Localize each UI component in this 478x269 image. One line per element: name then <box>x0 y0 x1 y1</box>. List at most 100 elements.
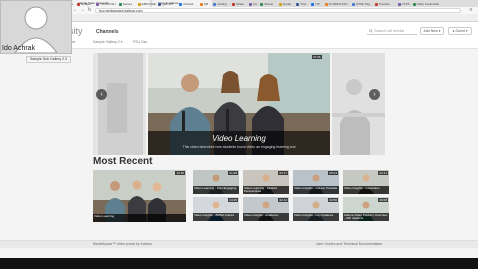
bookmark-icon <box>352 2 356 6</box>
bookmark-label: Sfr <box>204 2 208 6</box>
bookmark-item[interactable]: Thur <box>296 2 310 6</box>
duration-badge: 03:17 <box>278 171 288 175</box>
recent-video-card[interactable]: 03:17 Video Learning - Student Perspectiv… <box>243 170 289 194</box>
bookmark-icon <box>158 2 162 6</box>
video-caption: Video Insights - BMSA Culture <box>193 213 239 221</box>
bookmark-item[interactable]: Budget <box>77 2 94 6</box>
taskbar <box>0 258 478 269</box>
bookmark-icon <box>213 2 217 6</box>
add-new-label: Add New <box>423 29 438 33</box>
recent-video-card[interactable]: 03:50 Video Insights - Key Features <box>293 197 339 221</box>
recent-video-card[interactable]: 06:08 Kaltura Video Platform Overview - w… <box>343 197 389 221</box>
url-input[interactable]: fsu.mediaspace.kaltura.com <box>95 8 461 13</box>
bookmark-item[interactable]: YOUR FSU <box>96 2 117 6</box>
bookmark-label: Budget <box>81 2 91 6</box>
bookmark-item[interactable]: Status <box>260 2 277 6</box>
carousel-prev-button[interactable]: ‹ <box>96 89 107 100</box>
bookmark-icon <box>296 2 300 6</box>
recent-featured-video[interactable]: 10:36 Video Learning <box>93 170 186 222</box>
carousel-prev-slide[interactable] <box>93 53 146 155</box>
duration-badge: 06:08 <box>378 198 388 202</box>
bookmark-label: UC <box>253 2 258 6</box>
duration-badge: 01:28 <box>228 171 238 175</box>
bookmark-icon <box>232 2 236 6</box>
nav-channels[interactable]: Channels <box>96 29 119 35</box>
bookmark-item[interactable]: UC <box>249 2 259 6</box>
bookmark-label: Outlook <box>183 2 194 6</box>
most-recent-title: Most Recent <box>93 156 153 167</box>
footer-docs-link[interactable]: User Guides and Technical Documentation <box>316 242 382 246</box>
recent-video-card[interactable]: 02:41 Video Insights - Integration <box>343 170 389 194</box>
guest-menu-button[interactable]: ● Guest ▾ <box>448 27 472 35</box>
bookmark-icon <box>324 2 328 6</box>
reload-icon[interactable]: ↻ <box>87 8 92 13</box>
bookmark-label: gab 807 <box>162 2 174 6</box>
bookmark-label: Thur <box>300 2 307 6</box>
recent-video-card[interactable]: 01:28 Video Learning - Inter Engaging <box>193 170 239 194</box>
bookmark-item[interactable]: Transfer <box>374 2 396 6</box>
bookmark-icon <box>96 2 99 6</box>
back-icon[interactable]: ← <box>73 8 78 13</box>
user-icon: ● <box>452 29 455 33</box>
carousel-duration-badge: 10:36 <box>312 55 322 59</box>
bookmark-label: HTML Tag <box>356 2 370 6</box>
recent-video-card[interactable]: 02:12 Video Insights - Academic <box>243 197 289 221</box>
bookmark-icon <box>397 2 401 6</box>
bookmark-label: Email <box>283 2 291 6</box>
bookmarks-bar <box>60 14 478 22</box>
bookmark-icon <box>179 2 183 6</box>
subnav-sample-gallery[interactable]: Sample Gallery 2 ▾ <box>93 40 123 44</box>
bookmark-icon <box>279 2 283 6</box>
bookmark-item[interactable]: HTML Tag <box>352 2 373 6</box>
bookmark-item[interactable]: Coding <box>213 2 230 6</box>
bookmark-item[interactable]: Share <box>232 2 248 6</box>
video-caption: Video Insights - Key Features <box>293 213 339 221</box>
bookmark-item[interactable]: Outlook <box>179 2 198 6</box>
search-input[interactable]: Search all media <box>367 27 417 35</box>
bookmark-icon <box>249 2 253 6</box>
recent-video-card[interactable]: 04:05 Video Insights - BMSA Culture <box>193 197 239 221</box>
bookmark-label: Status <box>264 2 273 6</box>
footer-credit-link[interactable]: MediaSpace™ video portal by Kaltura <box>93 242 152 246</box>
duration-badge: 02:12 <box>278 198 288 202</box>
bookmark-item[interactable]: ITF <box>311 2 323 6</box>
bookmark-label: YOUR FSU <box>100 2 116 6</box>
video-caption: Video Insights - Integration <box>343 186 389 194</box>
browser-menu-icon[interactable]: ≡ <box>468 8 474 13</box>
subnav-fsu-gallery[interactable]: FSU Gal... <box>133 40 149 44</box>
search-icon[interactable] <box>369 29 373 33</box>
bookmark-item[interactable]: Other bookmarks <box>412 2 439 6</box>
video-caption: Video Learning <box>93 214 186 222</box>
bookmark-label: CTSS <box>401 2 410 6</box>
carousel-next-button[interactable]: › <box>369 89 380 100</box>
bookmark-item[interactable]: gab 807 <box>158 2 177 6</box>
bookmark-item[interactable]: Sfr <box>200 2 212 6</box>
duration-badge: 02:41 <box>378 171 388 175</box>
bookmark-item[interactable]: Secure <box>118 2 136 6</box>
bookmark-item[interactable]: CTSS <box>397 2 412 6</box>
bookmark-icon <box>260 2 264 6</box>
video-caption: Kaltura Video Platform Overview - with c… <box>343 213 389 221</box>
bookmark-label: ITF <box>315 2 320 6</box>
bookmark-icon <box>118 2 122 6</box>
video-caption: Video Learning - Student Perspectives <box>243 186 289 194</box>
bookmark-icon <box>77 2 81 6</box>
bookmark-icon <box>374 2 378 6</box>
duration-badge: 05:24 <box>328 171 338 175</box>
recent-video-card[interactable]: 05:24 Video Insights - GoLive Tutorials <box>293 170 339 194</box>
bookmark-label: Coding <box>217 2 227 6</box>
bookmark-item[interactable]: Email <box>279 2 295 6</box>
carousel-next-slide[interactable] <box>332 53 385 155</box>
bookmark-item[interactable]: EXPLORE <box>137 2 157 6</box>
carousel-title[interactable]: Video Learning <box>148 134 330 143</box>
forward-icon[interactable]: → <box>80 8 85 13</box>
bookmark-label: Other bookmarks <box>416 2 439 6</box>
duration-badge: 03:50 <box>328 198 338 202</box>
presenter-name: Ido Achrak <box>2 45 36 52</box>
gallery-breadcrumb[interactable]: Sample Sub Gallery 2.3 <box>26 56 71 63</box>
bookmark-label: Share <box>236 2 245 6</box>
bookmark-label: Transfer <box>378 2 390 6</box>
add-new-button[interactable]: Add New ▾ <box>420 27 444 35</box>
bookmark-item[interactable]: FLORIDA DIO <box>324 2 351 6</box>
bookmark-label: EXPLORE <box>141 2 156 6</box>
